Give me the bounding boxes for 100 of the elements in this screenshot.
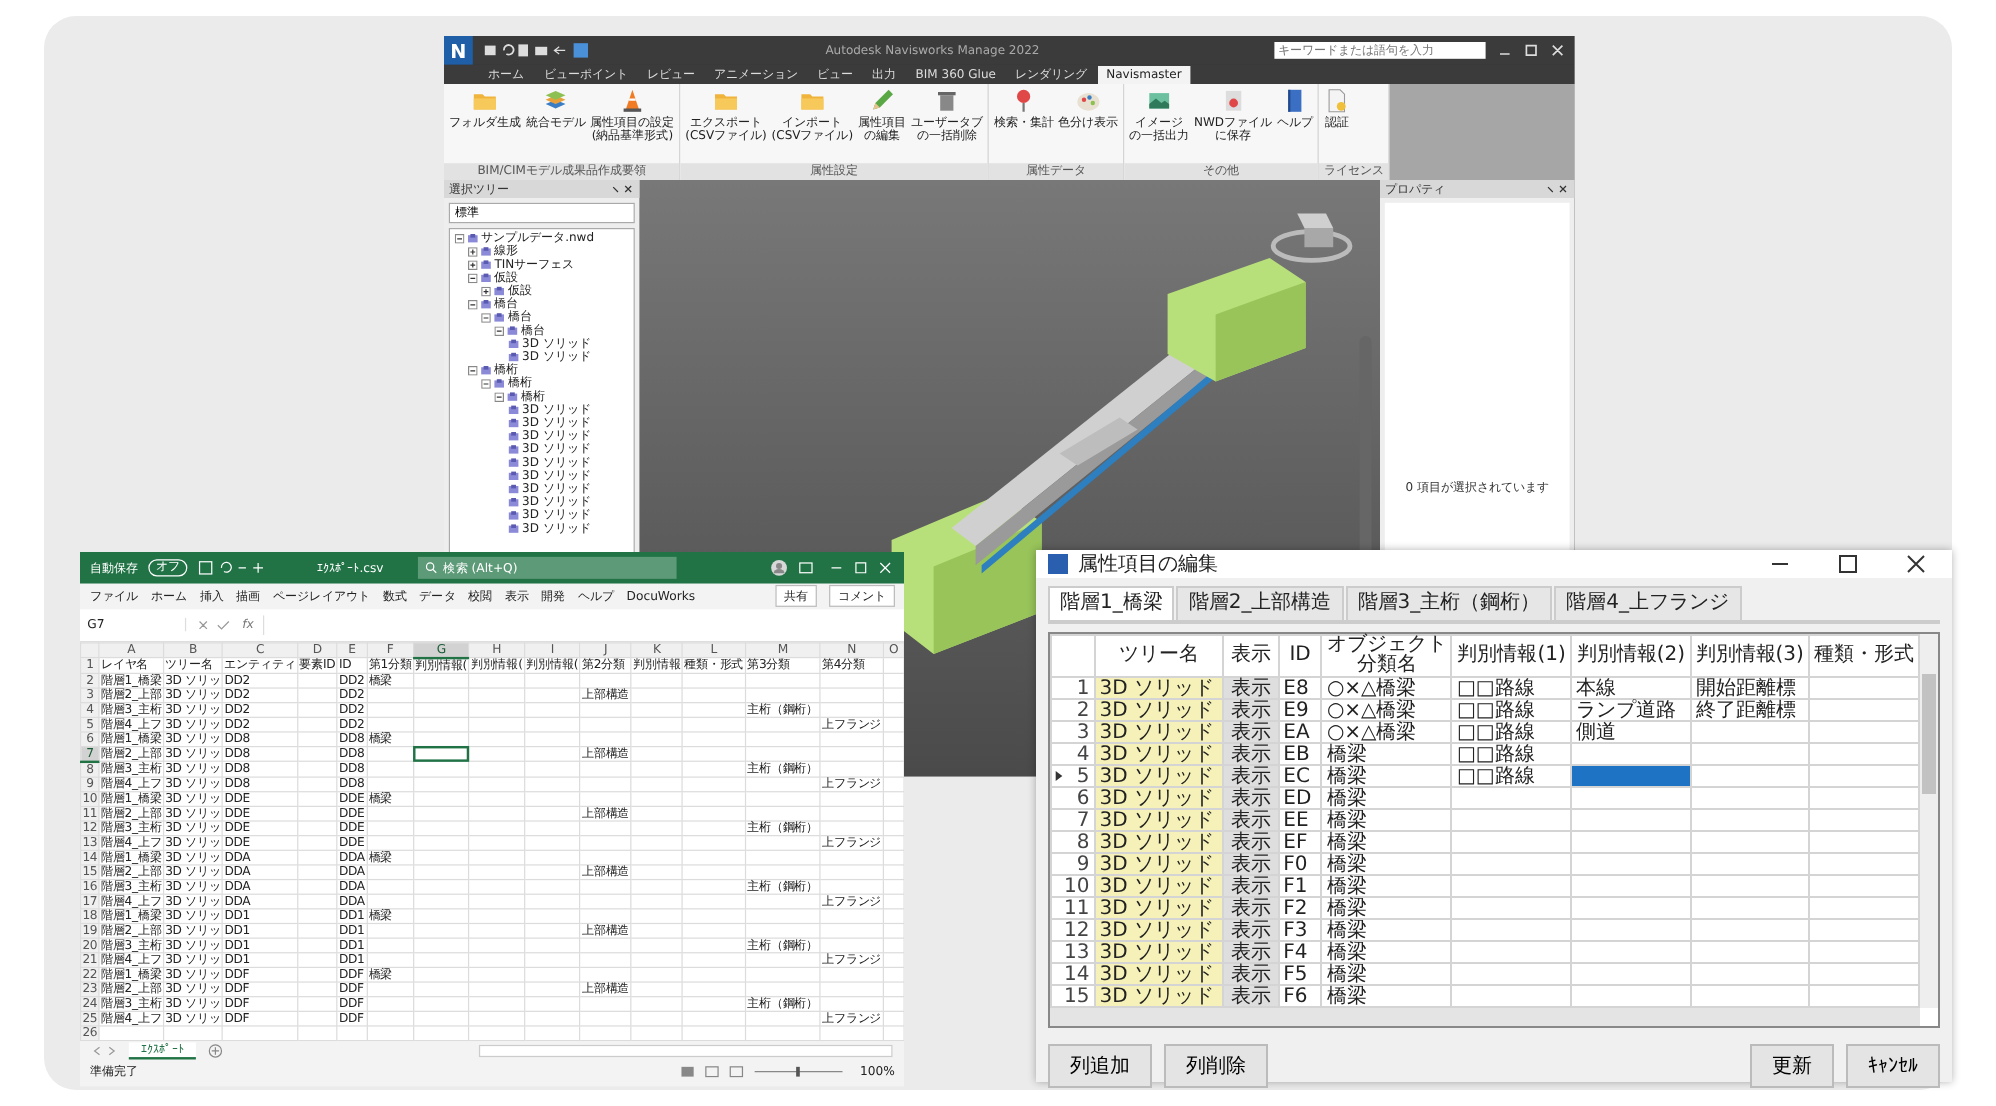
app-icon	[1048, 554, 1068, 574]
table-cell: EC	[1278, 765, 1322, 787]
table-cell: 3D ソリッド	[1094, 699, 1223, 721]
table-cell: F4	[1278, 941, 1322, 963]
expand-toggle-icon[interactable]	[494, 325, 504, 336]
tab[interactable]: 階層1_橋梁	[1048, 586, 1175, 620]
pencil-icon	[868, 87, 896, 114]
table-cell: 橋梁	[1321, 743, 1452, 765]
table-cell: 橋梁	[1321, 809, 1452, 831]
table-cell: 3D ソリッド	[1094, 853, 1223, 875]
dialog-button[interactable]: 更新	[1750, 1044, 1834, 1088]
table-cell: F2	[1278, 897, 1322, 919]
table-cell: □□路線	[1451, 765, 1572, 787]
table-cell: 3D ソリッド	[1094, 875, 1223, 897]
row-number: 2	[1051, 699, 1095, 721]
tab[interactable]: 階層4_上フランジ	[1554, 586, 1741, 620]
palette-icon	[1075, 87, 1102, 114]
column-header[interactable]: ID	[1278, 635, 1322, 677]
table-cell: □□路線	[1451, 677, 1572, 699]
column-header[interactable]: オブジェクト 分類名	[1321, 635, 1452, 677]
table-cell: □□路線	[1451, 743, 1572, 765]
table-cell: 3D ソリッド	[1094, 765, 1223, 787]
expand-toggle-icon[interactable]	[494, 391, 504, 402]
image-icon	[1145, 87, 1173, 114]
table-cell: 橋梁	[1321, 963, 1452, 985]
row-number: 7	[1051, 809, 1095, 831]
row-number: 3	[1051, 721, 1095, 743]
column-header[interactable]: 種類・形式	[1808, 635, 1919, 677]
dialog-button[interactable]: 列追加	[1048, 1044, 1152, 1088]
horizontal-scrollbar[interactable]	[1050, 1008, 1920, 1026]
table-cell: 橋梁	[1321, 831, 1452, 853]
column-header[interactable]: 判別情報(2)	[1571, 635, 1691, 677]
dialog-button[interactable]: ｷｬﾝｾﾙ	[1846, 1044, 1940, 1088]
table-cell: 橋梁	[1321, 875, 1452, 897]
table-cell: 橋梁	[1321, 941, 1452, 963]
expand-toggle-icon[interactable]	[468, 365, 478, 375]
column-header[interactable]: 判別情報(1)	[1451, 635, 1572, 677]
table-cell: 本線	[1571, 677, 1691, 699]
expand-toggle-icon[interactable]	[468, 299, 478, 309]
table-cell: 終了距離標	[1690, 699, 1809, 721]
expand-toggle-icon[interactable]	[468, 246, 478, 257]
expand-toggle-icon[interactable]	[454, 233, 465, 243]
table-cell: F1	[1278, 875, 1322, 897]
expand-toggle-icon[interactable]	[481, 286, 491, 296]
table-cell: F0	[1278, 853, 1322, 875]
row-number: 6	[1051, 787, 1095, 809]
table-cell: 橋梁	[1321, 765, 1452, 787]
table-cell: ランプ道路	[1571, 699, 1691, 721]
row-number: 14	[1051, 963, 1095, 985]
row-number: 13	[1051, 941, 1095, 963]
column-header[interactable]: 判別情報(3)	[1690, 635, 1809, 677]
table-cell: □□路線	[1451, 699, 1572, 721]
row-number: 9	[1051, 853, 1095, 875]
expand-toggle-icon[interactable]	[468, 273, 478, 283]
table-cell: 開始距離標	[1690, 677, 1809, 699]
quick-access-icons[interactable]	[482, 42, 591, 59]
window-controls-icon[interactable]	[1495, 43, 1568, 58]
table-cell: ED	[1278, 787, 1322, 809]
table-cell: 3D ソリッド	[1094, 721, 1223, 743]
expand-toggle-icon[interactable]	[481, 378, 491, 389]
table-cell: EE	[1278, 809, 1322, 831]
table-cell: 3D ソリッド	[1094, 787, 1223, 809]
table-cell: □□路線	[1451, 721, 1572, 743]
expand-toggle-icon[interactable]	[481, 312, 491, 323]
table-cell: 3D ソリッド	[1094, 897, 1223, 919]
avatar-icon[interactable]	[770, 559, 788, 577]
current-row-icon	[1054, 770, 1064, 782]
row-number: 11	[1051, 897, 1095, 919]
layers-icon	[542, 87, 569, 114]
tab[interactable]: 階層3_主桁（鋼桁）	[1345, 586, 1553, 620]
table-cell: 3D ソリッド	[1094, 985, 1223, 1007]
table-cell: 3D ソリッド	[1094, 677, 1223, 699]
table-cell: ○×△橋梁	[1321, 699, 1452, 721]
table-cell: 橋梁	[1321, 919, 1452, 941]
table-cell: EB	[1278, 743, 1322, 765]
table-cell: 3D ソリッド	[1094, 831, 1223, 853]
table-cell: 3D ソリッド	[1094, 743, 1223, 765]
dialog-button[interactable]: 列削除	[1164, 1044, 1268, 1088]
table-cell: 橋梁	[1321, 787, 1452, 809]
table-cell: ○×△橋梁	[1321, 677, 1452, 699]
table-cell: 3D ソリッド	[1094, 941, 1223, 963]
app-logo[interactable]: N	[444, 36, 473, 65]
table-cell: ○×△橋梁	[1321, 721, 1452, 743]
row-number: 10	[1051, 875, 1095, 897]
table-cell: 橋梁	[1321, 853, 1452, 875]
horizontal-scrollbar[interactable]	[478, 1045, 893, 1058]
vertical-scrollbar[interactable]	[1920, 634, 1938, 1008]
row-number: 5	[1051, 765, 1095, 787]
table-cell: E9	[1278, 699, 1322, 721]
row-number: 1	[1051, 677, 1095, 699]
tab[interactable]: 階層2_上部構造	[1176, 586, 1344, 620]
table-cell: 3D ソリッド	[1094, 809, 1223, 831]
trash-icon	[933, 87, 960, 114]
expand-toggle-icon[interactable]	[468, 259, 478, 270]
table-cell: 橋梁	[1321, 897, 1452, 919]
row-number: 4	[1051, 743, 1095, 765]
row-number: 8	[1051, 831, 1095, 853]
table-cell: 側道	[1571, 721, 1691, 743]
table-cell: EA	[1278, 721, 1322, 743]
table-cell: 3D ソリッド	[1094, 919, 1223, 941]
